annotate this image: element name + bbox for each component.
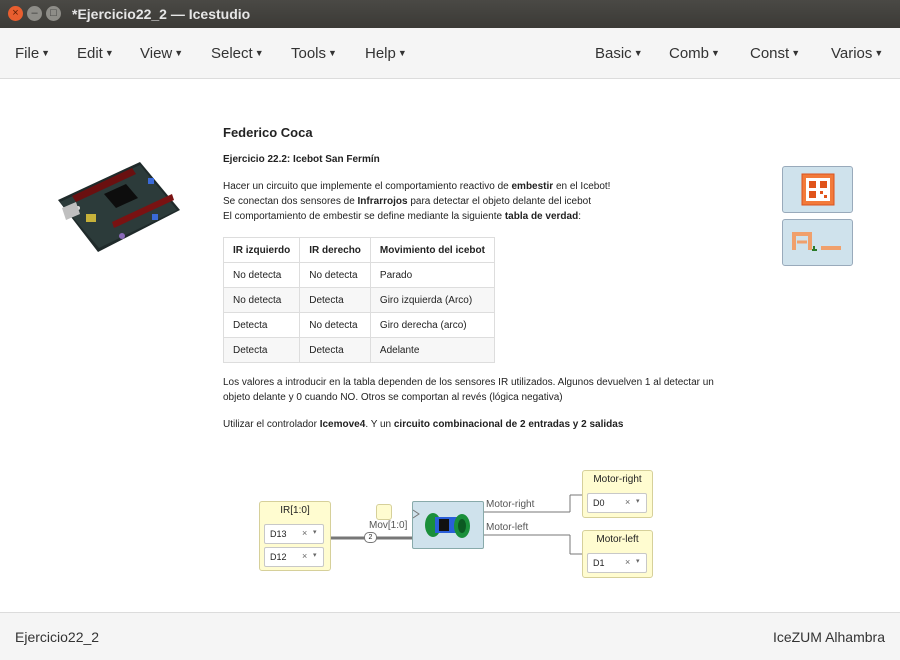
minimize-icon[interactable]: – xyxy=(27,6,42,21)
maximize-icon[interactable]: □ xyxy=(46,6,61,21)
caret-down-icon: ▼ xyxy=(791,48,801,58)
small-block[interactable] xyxy=(376,504,392,520)
menu-comb[interactable]: Comb ▼ xyxy=(669,45,720,62)
menu-varios[interactable]: Varios ▼ xyxy=(831,45,883,62)
clear-icon[interactable]: × xyxy=(625,497,630,507)
output-block-motor-left[interactable]: Motor-left D1 × ▾ xyxy=(582,530,653,578)
pin-select-d0[interactable]: D0 × ▾ xyxy=(587,493,647,513)
menu-bar: File ▼ Edit ▼ View ▼ Select ▼ Tools ▼ Help ▼ B… xyxy=(0,28,900,79)
chevron-down-icon[interactable]: ▾ xyxy=(313,551,317,559)
caret-down-icon: ▼ xyxy=(104,48,114,58)
menu-const[interactable]: Const ▼ xyxy=(750,45,800,62)
project-name: Ejercicio22_2 xyxy=(15,629,100,645)
caret-down-icon: ▼ xyxy=(41,48,51,58)
close-icon[interactable]: × xyxy=(8,6,23,21)
status-bar: Ejercicio22_2 IceZUM Alhambra xyxy=(0,612,900,660)
caret-down-icon: ▼ xyxy=(174,48,184,58)
menu-tools[interactable]: Tools ▼ xyxy=(291,45,337,62)
caret-down-icon: ▼ xyxy=(874,48,884,58)
wire-label-motor-left: Motor-left xyxy=(486,522,529,533)
caret-down-icon: ▼ xyxy=(254,48,264,58)
title-bar: × – □ *Ejercicio22_2 — Icestudio xyxy=(0,0,900,28)
board-name[interactable]: IceZUM Alhambra xyxy=(773,629,885,645)
output-block-motor-right[interactable]: Motor-right D0 × ▾ xyxy=(582,470,653,518)
pin-select-d12[interactable]: D12 × ▾ xyxy=(264,547,324,567)
bus-label: Mov[1:0] xyxy=(369,520,408,531)
block-title: Motor-left xyxy=(596,534,639,545)
chevron-down-icon[interactable]: ▾ xyxy=(313,528,317,536)
menu-select[interactable]: Select ▼ xyxy=(211,45,264,62)
bus-width-badge: 2 xyxy=(364,532,377,543)
caret-down-icon: ▼ xyxy=(397,48,407,58)
menu-view[interactable]: View ▼ xyxy=(140,45,183,62)
chevron-down-icon[interactable]: ▾ xyxy=(636,497,640,505)
menu-basic[interactable]: Basic ▼ xyxy=(595,45,643,62)
block-title: Motor-right xyxy=(593,474,642,485)
caret-down-icon: ▼ xyxy=(711,48,720,58)
motor-icon xyxy=(412,509,470,538)
input-block-ir[interactable]: IR[1:0] D13 × ▾ D12 × ▾ xyxy=(259,501,331,571)
caret-down-icon: ▼ xyxy=(633,48,643,58)
clear-icon[interactable]: × xyxy=(625,557,630,567)
menu-help[interactable]: Help ▼ xyxy=(365,45,407,62)
wire-label-motor-right: Motor-right xyxy=(486,499,535,510)
clear-icon[interactable]: × xyxy=(302,528,307,538)
block-title: IR[1:0] xyxy=(280,505,310,516)
window-title: *Ejercicio22_2 — Icestudio xyxy=(72,6,251,22)
caret-down-icon: ▼ xyxy=(328,48,337,58)
menu-file[interactable]: File ▼ xyxy=(15,45,50,62)
menu-edit[interactable]: Edit ▼ xyxy=(77,45,114,62)
design-canvas[interactable]: Federico Coca Ejercicio 22.2: Icebot San… xyxy=(0,79,900,612)
clear-icon[interactable]: × xyxy=(302,551,307,561)
chevron-down-icon[interactable]: ▾ xyxy=(636,557,640,565)
pin-select-d13[interactable]: D13 × ▾ xyxy=(264,524,324,544)
icemove4-module[interactable] xyxy=(412,501,484,549)
pin-select-d1[interactable]: D1 × ▾ xyxy=(587,553,647,573)
